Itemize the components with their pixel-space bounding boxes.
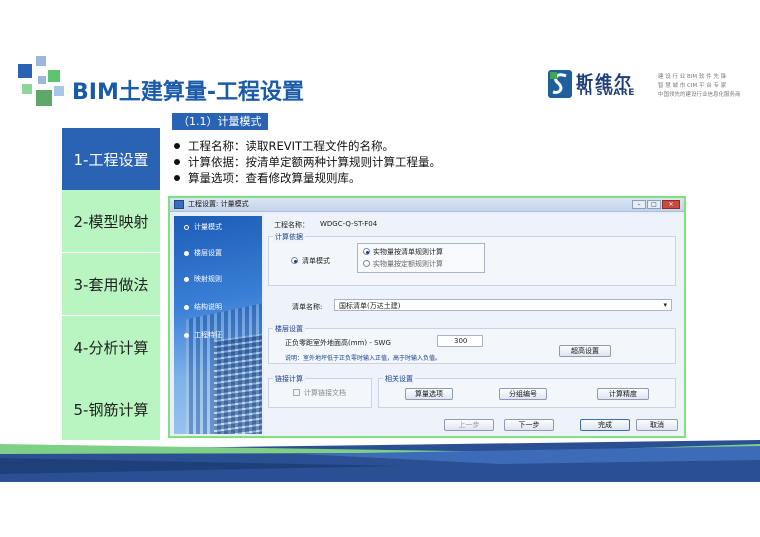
- bullet-icon: [184, 332, 189, 338]
- logo-tagline-1: 建 设 行 业 BIM 软 件 先 锋: [658, 74, 727, 80]
- minimize-icon[interactable]: –: [632, 200, 646, 209]
- list-name-label: 清单名称:: [292, 303, 323, 311]
- bullet-item: 算量选项：查看修改算量规则库。: [172, 170, 441, 186]
- link-doc-label: 计算链接文档: [304, 389, 346, 397]
- bullet-item: 计算依据：按清单定额两种计算规则计算工程量。: [172, 154, 441, 170]
- settings-dialog: 工程设置: 计量模式 – □ ✕ 计量模式 楼层设置 映射规则 结构说明 工程特…: [168, 196, 686, 438]
- radio-icon: [184, 224, 189, 230]
- rule-option-label: 实物量按清单规则计算: [373, 248, 443, 256]
- sidebar-item-label: 1-工程设置: [73, 150, 149, 169]
- logo-tagline-3: 中国领先的建设行业信息化服务商: [658, 92, 741, 98]
- close-icon[interactable]: ✕: [662, 200, 680, 209]
- logo-en-text: TH SWARE: [578, 88, 635, 98]
- app-icon: [174, 200, 184, 209]
- group-number-button[interactable]: 分组编号: [499, 388, 547, 400]
- dialog-title: 工程设置: 计量模式: [188, 200, 249, 208]
- sidebar-item-label: 4-分析计算: [73, 338, 149, 357]
- elevation-note: 说明：室外地坪低于正负零时输入正值，高于时输入负值。: [285, 355, 442, 362]
- list-mode-label: 清单模式: [302, 257, 330, 265]
- bullet-item: 工程名称：读取REVIT工程文件的名称。: [172, 138, 441, 154]
- sidebar-item-label: 2-模型映射: [73, 212, 149, 231]
- chevron-down-icon: ▾: [663, 301, 667, 309]
- cancel-button[interactable]: 取消: [636, 419, 678, 431]
- logo-tagline-2: 智 慧 城 市 CIM 平 台 专 家: [658, 83, 727, 89]
- finish-button[interactable]: 完成: [580, 419, 630, 431]
- elevation-value: 300: [454, 337, 468, 345]
- related-settings-group: 相关设置 算量选项 分组编号 计算精度: [378, 374, 676, 408]
- dialog-nav-panel: 计量模式 楼层设置 映射规则 结构说明 工程特征: [174, 216, 262, 434]
- group-title: 计算依据: [273, 232, 305, 242]
- sidebar-item-analysis[interactable]: 4-分析计算: [62, 316, 160, 378]
- group-title: 链接计算: [273, 374, 305, 384]
- sidebar-item-project-settings[interactable]: 1-工程设置: [62, 128, 160, 190]
- link-calc-group: 链接计算 计算链接文档: [268, 374, 372, 408]
- maximize-icon[interactable]: □: [647, 200, 661, 209]
- project-name-label: 工程名称：: [274, 221, 309, 229]
- sidebar-item-rebar[interactable]: 5-钢筋计算: [62, 378, 160, 440]
- prev-step-button[interactable]: 上一步: [444, 419, 494, 431]
- project-name-value: WDGC-Q-ST-F04: [320, 220, 378, 228]
- dialog-nav-item[interactable]: 映射规则: [184, 274, 222, 284]
- calc-options-button[interactable]: 算量选项: [405, 388, 453, 400]
- bottom-decoration: [0, 440, 760, 482]
- dialog-nav-item[interactable]: 计量模式: [184, 222, 222, 232]
- group-title: 楼层设置: [273, 324, 305, 334]
- slide: BIM土建算量-工程设置 斯维尔 TH SWARE 建 设 行 业 BIM 软 …: [0, 0, 760, 537]
- sidebar-item-apply-method[interactable]: 3-套用做法: [62, 253, 160, 315]
- rule-option-radio[interactable]: [363, 248, 370, 255]
- dialog-nav-item[interactable]: 结构说明: [184, 302, 222, 312]
- dialog-nav-item[interactable]: 楼层设置: [184, 248, 222, 258]
- group-title: 相关设置: [383, 374, 415, 384]
- top-margin: [0, 0, 760, 55]
- sidebar-item-label: 5-钢筋计算: [73, 400, 149, 419]
- dialog-nav-item[interactable]: 工程特征: [184, 330, 222, 340]
- floor-settings-group: 楼层设置 正负零距室外地面高(mm) - SWG 300 说明：室外地坪低于正负…: [268, 324, 676, 364]
- calc-basis-group: 计算依据 清单模式 实物量按清单规则计算 实物量按定额规则计算: [268, 232, 676, 286]
- bullet-list: 工程名称：读取REVIT工程文件的名称。 计算依据：按清单定额两种计算规则计算工…: [172, 138, 441, 186]
- logo-mark-icon: [548, 70, 572, 98]
- page-title: BIM土建算量-工程设置: [72, 80, 304, 105]
- list-name-select[interactable]: 国标清单(万达土建) ▾: [334, 299, 672, 311]
- elevation-input[interactable]: 300: [437, 335, 483, 347]
- elevation-label: 正负零距室外地面高(mm) - SWG: [285, 339, 391, 347]
- rule-option-label: 实物量按定额规则计算: [373, 260, 443, 268]
- list-name-value: 国标清单(万达土建): [339, 302, 401, 310]
- company-logo: 斯维尔 TH SWARE 建 设 行 业 BIM 软 件 先 锋 智 慧 城 市…: [548, 70, 748, 100]
- building-image: [214, 331, 262, 434]
- sidebar-item-label: 3-套用做法: [73, 275, 149, 294]
- calc-precision-button[interactable]: 计算精度: [597, 388, 649, 400]
- bullet-icon: [184, 250, 189, 256]
- sidebar-item-model-mapping[interactable]: 2-模型映射: [62, 190, 160, 252]
- bullet-icon: [184, 304, 189, 310]
- rule-option-radio[interactable]: [363, 260, 370, 267]
- link-doc-checkbox[interactable]: [293, 389, 300, 396]
- section-tag: （1.1）计量模式: [172, 113, 268, 130]
- next-step-button[interactable]: 下一步: [504, 419, 554, 431]
- list-mode-radio[interactable]: [291, 257, 298, 264]
- bullet-icon: [184, 276, 189, 282]
- dialog-body: 工程名称： WDGC-Q-ST-F04 计算依据 清单模式 实物量按清单规则计算…: [264, 214, 684, 436]
- dialog-titlebar: 工程设置: 计量模式 – □ ✕: [170, 198, 684, 212]
- advanced-height-button[interactable]: 超高设置: [559, 345, 611, 357]
